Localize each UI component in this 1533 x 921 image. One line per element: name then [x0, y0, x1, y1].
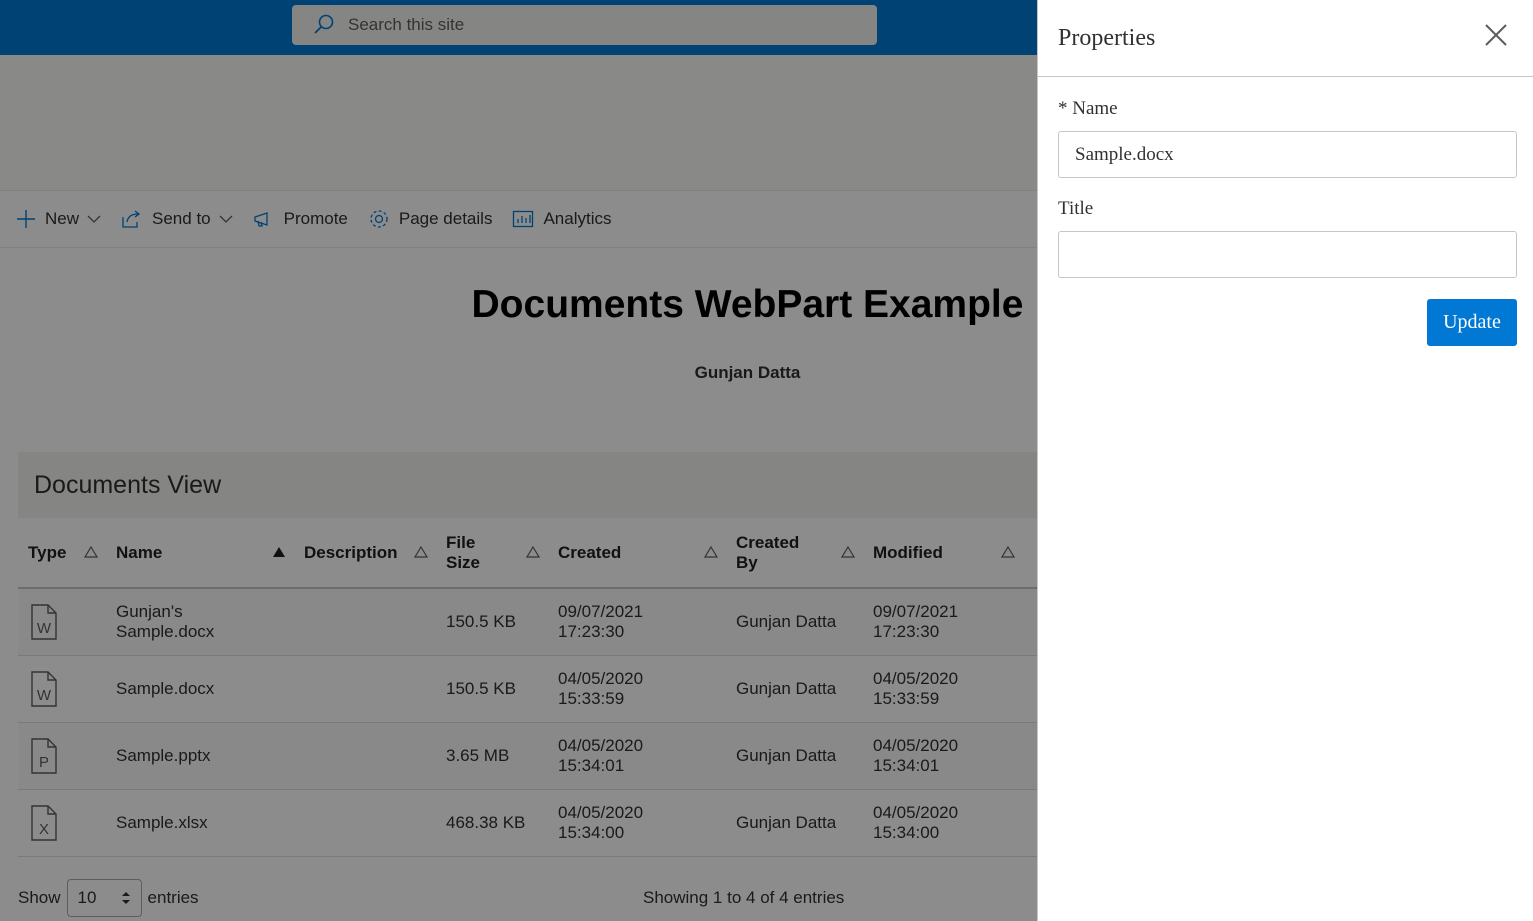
- name-field[interactable]: Sample.docx: [1058, 131, 1517, 178]
- panel-title: Properties: [1058, 24, 1156, 51]
- panel-header: Properties: [1038, 0, 1533, 77]
- title-field-label: Title: [1058, 198, 1094, 219]
- modal-overlay[interactable]: [0, 0, 1037, 921]
- properties-panel: Properties * Name Sample.docx Title Upda…: [1037, 0, 1533, 921]
- title-field[interactable]: [1058, 231, 1517, 278]
- close-icon[interactable]: [1483, 22, 1509, 48]
- update-button[interactable]: Update: [1427, 299, 1517, 346]
- update-label: Update: [1443, 311, 1501, 333]
- name-field-label: * Name: [1058, 98, 1118, 119]
- name-field-value: Sample.docx: [1075, 143, 1174, 165]
